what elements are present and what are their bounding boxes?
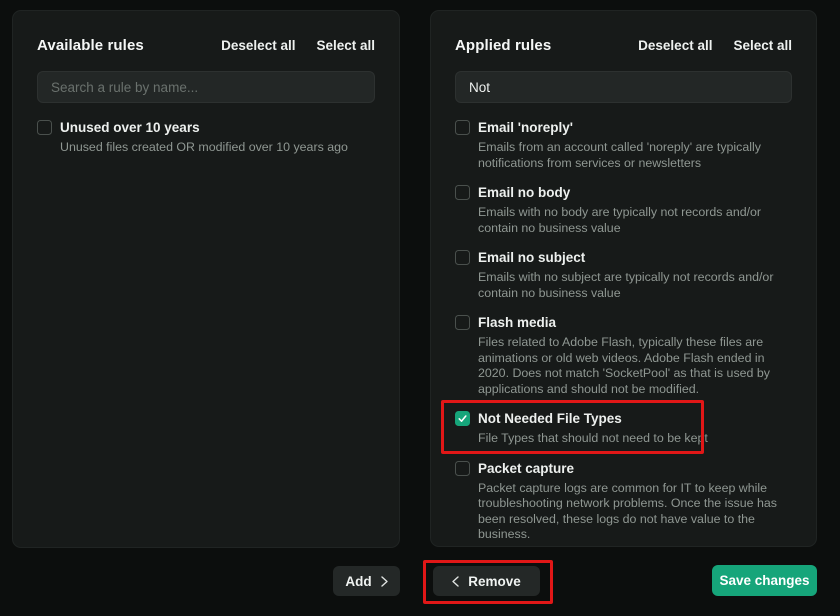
save-changes-button[interactable]: Save changes <box>712 565 817 596</box>
rule-item: Email no subject Emails with no subject … <box>455 249 792 301</box>
rule-label: Email 'noreply' <box>478 119 792 136</box>
rule-checkbox[interactable] <box>37 120 52 135</box>
rule-label: Unused over 10 years <box>60 119 375 136</box>
rule-label: Email no subject <box>478 249 792 266</box>
available-panel-title: Available rules <box>37 37 144 54</box>
rule-description: Packet capture logs are common for IT to… <box>478 481 792 543</box>
rule-description: Emails from an account called 'noreply' … <box>478 140 792 171</box>
rule-checkbox[interactable] <box>455 461 470 476</box>
available-rules-panel: Available rules Deselect all Select all … <box>12 10 400 548</box>
available-select-all-link[interactable]: Select all <box>316 38 375 53</box>
applied-panel-header: Applied rules Deselect all Select all <box>455 37 792 54</box>
rule-description: Emails with no body are typically not re… <box>478 205 792 236</box>
available-panel-header: Available rules Deselect all Select all <box>37 37 375 54</box>
rule-item: Email no body Emails with no body are ty… <box>455 184 792 236</box>
rule-label: Email no body <box>478 184 792 201</box>
remove-button-wrap: Remove <box>433 566 540 596</box>
rule-checkbox[interactable] <box>455 315 470 330</box>
rule-description: Emails with no subject are typically not… <box>478 270 792 301</box>
rule-label: Packet capture <box>478 460 792 477</box>
rule-label: Not Needed File Types <box>478 410 792 427</box>
rule-item: Not Needed File Types File Types that sh… <box>455 410 792 447</box>
rule-checkbox[interactable] <box>455 411 470 426</box>
available-rules-list: Unused over 10 years Unused files create… <box>37 119 375 156</box>
rule-checkbox[interactable] <box>455 120 470 135</box>
rule-item: Email 'noreply' Emails from an account c… <box>455 119 792 171</box>
applied-rules-panel: Applied rules Deselect all Select all Em… <box>430 10 817 547</box>
rule-checkbox[interactable] <box>455 250 470 265</box>
applied-select-all-link[interactable]: Select all <box>733 38 792 53</box>
available-search-input[interactable] <box>37 71 375 103</box>
applied-rules-list: Email 'noreply' Emails from an account c… <box>455 119 792 543</box>
rule-description: Files related to Adobe Flash, typically … <box>478 335 792 397</box>
remove-button[interactable]: Remove <box>433 566 540 596</box>
add-button-label: Add <box>345 574 371 589</box>
rule-description: Unused files created OR modified over 10… <box>60 140 375 156</box>
rule-checkbox[interactable] <box>455 185 470 200</box>
applied-header-links: Deselect all Select all <box>638 38 792 53</box>
chevron-right-icon <box>381 576 388 587</box>
available-deselect-all-link[interactable]: Deselect all <box>221 38 295 53</box>
chevron-left-icon <box>452 576 459 587</box>
rule-item: Unused over 10 years Unused files create… <box>37 119 375 156</box>
available-header-links: Deselect all Select all <box>221 38 375 53</box>
checkmark-icon <box>457 413 468 424</box>
applied-deselect-all-link[interactable]: Deselect all <box>638 38 712 53</box>
rule-label: Flash media <box>478 314 792 331</box>
add-button[interactable]: Add <box>333 566 400 596</box>
rule-item: Flash media Files related to Adobe Flash… <box>455 314 792 397</box>
remove-button-label: Remove <box>468 574 521 589</box>
rule-description: File Types that should not need to be ke… <box>478 431 792 447</box>
applied-search-input[interactable] <box>455 71 792 103</box>
applied-panel-title: Applied rules <box>455 37 551 54</box>
rule-item: Packet capture Packet capture logs are c… <box>455 460 792 543</box>
